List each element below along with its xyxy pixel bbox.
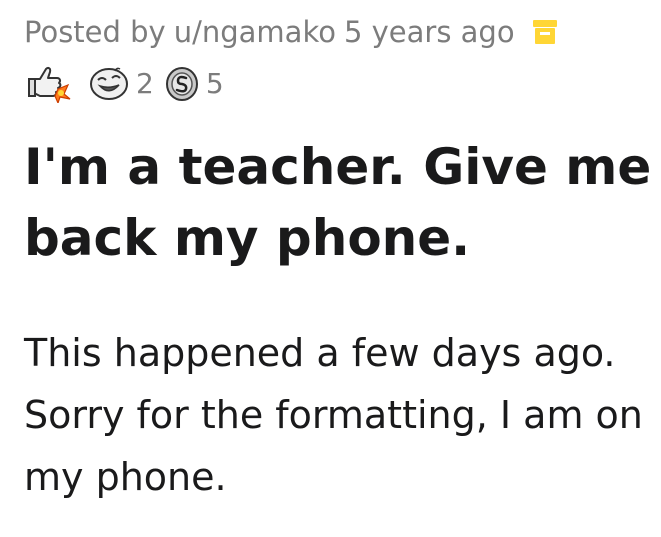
award-count: 5 [205,66,224,100]
posted-by-label: Posted by [24,15,166,49]
award-thumbs-up[interactable] [24,63,78,103]
silver-coin-award-icon [164,63,200,103]
post-body: This happened a few days ago. Sorry for … [24,331,643,499]
award-laughing-face[interactable]: 2 [88,63,154,103]
author-username-link[interactable]: u/ngamako [174,15,336,49]
awards-row[interactable]: 2 5 [24,60,654,106]
award-count: 2 [136,66,154,100]
post-meta: Posted by u/ngamako 5 years ago [24,4,654,60]
archive-box-icon [531,17,559,47]
laughing-face-award-icon [88,63,130,103]
post-timestamp[interactable]: 5 years ago [344,15,515,49]
post-title[interactable]: I'm a teacher. Give me back my phone. [24,132,654,274]
thumbs-up-rocket-award-icon [24,63,72,103]
award-silver[interactable]: 5 [164,63,224,103]
post-container: Posted by u/ngamako 5 years ago 2 5 I'm … [24,0,654,508]
